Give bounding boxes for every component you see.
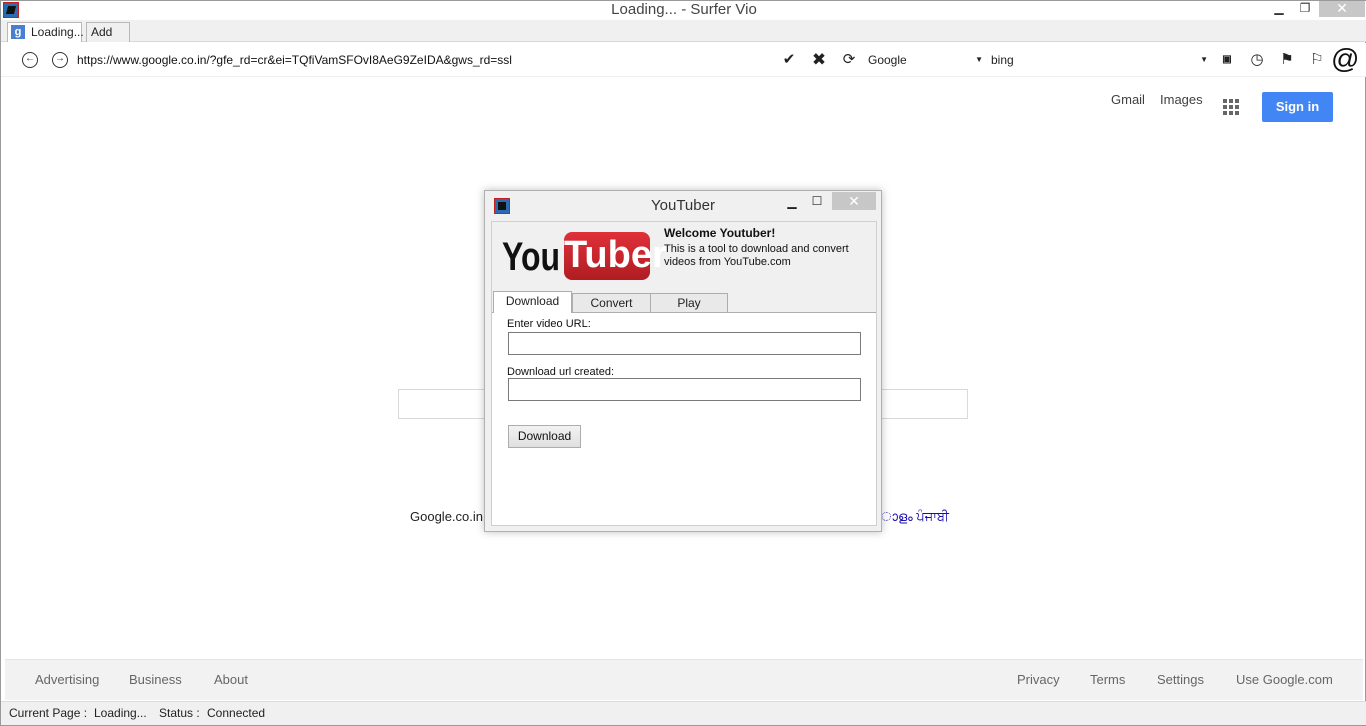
google-footer: Advertising Business About Privacy Terms…	[5, 659, 1363, 700]
search-input[interactable]: bing	[988, 49, 1088, 71]
add-tab-button[interactable]: Add tab	[86, 22, 130, 58]
footer-settings-link[interactable]: Settings	[1157, 672, 1204, 687]
history-icon[interactable]: ◷	[1246, 49, 1268, 71]
status-value: Connected	[207, 706, 266, 720]
dialog-title-bar[interactable]: YouTuber ▁ ☐ ✕	[485, 191, 881, 219]
chevron-down-icon: ▼	[1200, 55, 1208, 64]
footer-privacy-link[interactable]: Privacy	[1017, 672, 1060, 687]
images-link[interactable]: Images	[1160, 92, 1203, 107]
forward-icon[interactable]: →	[52, 52, 68, 68]
minimize-button[interactable]: ▁	[1269, 1, 1289, 17]
video-url-label: Enter video URL:	[507, 318, 591, 330]
tab-label: Loading...	[31, 25, 84, 39]
search-history-select[interactable]: ▼	[1090, 49, 1212, 71]
google-favicon-icon: g	[11, 25, 25, 39]
dialog-header: You Tuber Welcome Youtuber! This is a to…	[492, 222, 876, 313]
dialog-maximize-button[interactable]: ☐	[809, 194, 825, 208]
footer-terms-link[interactable]: Terms	[1090, 672, 1125, 687]
stop-icon[interactable]: ✖	[808, 49, 830, 71]
window-title: Loading... - Surfer Vio	[611, 1, 757, 18]
maximize-button[interactable]: ❐	[1295, 1, 1315, 17]
search-engine-select[interactable]: Google ▼	[865, 49, 987, 71]
footer-business-link[interactable]: Business	[129, 672, 182, 687]
refresh-icon[interactable]: ⟳	[838, 49, 860, 71]
youtube-icon[interactable]: ▣	[1216, 49, 1238, 71]
address-bar[interactable]: https://www.google.co.in/?gfe_rd=cr&ei=T…	[72, 48, 772, 72]
welcome-description: This is a tool to download and convert v…	[664, 243, 849, 268]
browser-window: Loading... - Surfer Vio ▁ ❐ ✕ g Loading.…	[0, 0, 1366, 726]
gmail-link[interactable]: Gmail	[1111, 92, 1145, 107]
welcome-heading: Welcome Youtuber!	[664, 226, 776, 240]
tab-download[interactable]: Download	[493, 291, 572, 313]
dialog-body: You Tuber Welcome Youtuber! This is a to…	[491, 221, 877, 526]
offered-in-text: Google.co.in	[410, 509, 483, 524]
logo-you-text: You	[502, 235, 561, 279]
current-page-label: Current Page :	[9, 706, 88, 720]
navigation-bar: ← → https://www.google.co.in/?gfe_rd=cr&…	[1, 43, 1366, 77]
tab-google[interactable]: g Loading...	[7, 22, 84, 42]
download-button[interactable]: Download	[508, 425, 581, 448]
email-at-icon[interactable]: @	[1331, 43, 1359, 75]
bookmark-add-icon[interactable]: ⚑	[1276, 49, 1298, 71]
footer-advertising-link[interactable]: Advertising	[35, 672, 99, 687]
status-label: Status :	[159, 706, 200, 720]
dialog-close-button[interactable]: ✕	[832, 192, 876, 210]
youtuber-logo: You Tuber	[502, 232, 667, 282]
status-bar: Current Page : Loading... Status : Conne…	[1, 701, 1366, 725]
sign-in-button[interactable]: Sign in	[1262, 92, 1333, 122]
logo-tuber-text: Tuber	[564, 232, 667, 280]
download-url-label: Download url created:	[507, 366, 615, 378]
language-links[interactable]: ാളം ਪੰਜਾਬੀ	[881, 509, 949, 525]
chevron-down-icon: ▼	[975, 55, 983, 64]
close-button[interactable]: ✕	[1319, 1, 1365, 17]
search-engine-value: Google	[868, 53, 907, 67]
footer-use-google-link[interactable]: Use Google.com	[1236, 672, 1333, 687]
tab-play[interactable]: Play	[650, 293, 728, 313]
footer-about-link[interactable]: About	[214, 672, 248, 687]
bookmark-remove-icon[interactable]: ⚐	[1306, 49, 1328, 71]
back-icon[interactable]: ←	[22, 52, 38, 68]
current-page-value: Loading...	[94, 706, 147, 720]
title-bar: Loading... - Surfer Vio ▁ ❐ ✕	[1, 1, 1366, 20]
video-url-input[interactable]	[508, 332, 861, 355]
tab-strip: g Loading... Add tab	[1, 20, 1366, 58]
download-url-field[interactable]	[508, 378, 861, 401]
dialog-minimize-button[interactable]: ▁	[784, 195, 800, 209]
youtuber-dialog: YouTuber ▁ ☐ ✕ You Tuber Welcome Youtube…	[484, 190, 882, 532]
tab-convert[interactable]: Convert	[572, 293, 651, 313]
apps-grid-icon[interactable]	[1223, 99, 1241, 117]
go-check-icon[interactable]: ✔	[778, 49, 800, 71]
